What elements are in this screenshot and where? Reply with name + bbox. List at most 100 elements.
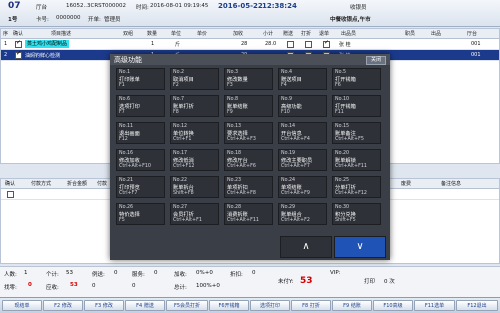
return-checkbox[interactable] xyxy=(323,39,330,48)
tile-label: 账单结账 xyxy=(227,104,248,110)
tile-number: No.10 xyxy=(335,97,350,102)
function-tile[interactable]: No.9 高级功能 F10 xyxy=(278,95,327,117)
function-tile[interactable]: No.27 会员打折 Ctrl+Alt+F1 xyxy=(170,203,219,225)
fkey-8[interactable]: F8 打折 xyxy=(291,300,331,311)
fkey-1[interactable]: 现结单 xyxy=(2,300,42,311)
tile-label: 开台信息 xyxy=(281,131,302,137)
tile-number: No.20 xyxy=(335,151,350,156)
tile-number: No.27 xyxy=(173,205,188,210)
tile-label: 积分兑换 xyxy=(335,212,356,218)
fkey-4[interactable]: F4 赠送 xyxy=(125,300,165,311)
tile-shortcut: Ctrl+Alt+F1 xyxy=(173,218,202,223)
tile-shortcut: Shift+F8 xyxy=(173,191,194,196)
fkey-5[interactable]: F5会员打折 xyxy=(166,300,208,311)
table-number: 07 xyxy=(8,1,21,11)
discount-checkbox[interactable] xyxy=(305,41,312,48)
function-tile[interactable]: No.1 打印账单 F1 xyxy=(116,68,165,90)
tile-number: No.29 xyxy=(281,205,296,210)
shift-info: 中餐收银点,午市 xyxy=(330,17,371,23)
tile-shortcut: F3 xyxy=(227,83,233,88)
function-tile[interactable]: No.16 修改加收 Ctrl+Alt+F10 xyxy=(116,149,165,171)
function-tile[interactable]: No.10 打开钱箱 F11 xyxy=(332,95,381,117)
tile-shortcut: Ctrl+Alt+F4 xyxy=(281,137,310,142)
tile-number: No.25 xyxy=(335,178,350,183)
page-up-button[interactable]: ∧ xyxy=(280,236,332,258)
function-tile[interactable]: No.19 修改主要职员 Ctrl+Alt+F7 xyxy=(278,149,327,171)
fkey-11[interactable]: F11选单 xyxy=(414,300,455,311)
fkey-7[interactable]: 选项打印 xyxy=(250,300,290,311)
tile-shortcut: F8 xyxy=(173,110,179,115)
function-tile[interactable]: No.30 积分兑换 Shift+F5 xyxy=(332,203,381,225)
tile-shortcut: Shift+F5 xyxy=(335,218,356,223)
tile-number: No.5 xyxy=(335,70,347,75)
function-tile[interactable]: No.22 账单拆台 Shift+F8 xyxy=(170,176,219,198)
tile-label: 分单打折 xyxy=(335,185,356,191)
function-tile[interactable]: No.8 账单结账 F9 xyxy=(224,95,273,117)
function-tile[interactable]: No.4 赠送项目 F4 xyxy=(278,68,327,90)
fkey-3[interactable]: F3 修改 xyxy=(84,300,124,311)
function-tile[interactable]: No.17 修改低消 Ctrl+F12 xyxy=(170,149,219,171)
function-tile[interactable]: No.2 取消项目 F2 xyxy=(170,68,219,90)
grid-header: 序 确认 项目描述 双组 数量 单位 单价 加收 小计 赠送 打折 退单 出品员… xyxy=(1,29,499,39)
tile-number: No.26 xyxy=(119,205,134,210)
function-tile[interactable]: No.5 打开钱箱 F6 xyxy=(332,68,381,90)
tile-label: 打开钱箱 xyxy=(335,77,356,83)
tile-number: No.14 xyxy=(281,124,296,129)
fkey-12[interactable]: F12退出 xyxy=(456,300,498,311)
tile-number: No.17 xyxy=(173,151,188,156)
function-tile[interactable]: No.7 账单打折 F8 xyxy=(170,95,219,117)
tile-number: No.7 xyxy=(173,97,185,102)
tile-label: 取消项目 xyxy=(173,77,194,83)
tile-label: 赠送项目 xyxy=(281,77,302,83)
confirm-checkbox[interactable] xyxy=(15,39,22,48)
fkey-9[interactable]: F9 结账 xyxy=(332,300,372,311)
function-tile[interactable]: No.15 账单备注 Ctrl+Alt+F5 xyxy=(332,122,381,144)
page-down-button[interactable]: ∨ xyxy=(334,236,386,258)
function-tile[interactable]: No.14 开台信息 Ctrl+Alt+F4 xyxy=(278,122,327,144)
tile-shortcut: Ctrl+Alt+F2 xyxy=(281,218,310,223)
item-count: 53 xyxy=(66,270,73,276)
date-value: 2016-05-22 xyxy=(218,2,263,10)
tile-number: No.3 xyxy=(227,70,239,75)
function-tile[interactable]: No.28 消费拆账 Ctrl+Alt+F11 xyxy=(224,203,273,225)
operator-label: 收银员 xyxy=(350,5,367,11)
tile-label: 账单解锁 xyxy=(335,158,356,164)
tile-shortcut: Ctrl+Alt+F9 xyxy=(281,191,310,196)
function-tile[interactable]: No.29 账单组合 Ctrl+Alt+F2 xyxy=(278,203,327,225)
fkey-10[interactable]: F10高级 xyxy=(373,300,413,311)
confirm-checkbox[interactable] xyxy=(15,50,22,59)
tile-label: 账单组合 xyxy=(281,212,302,218)
function-tile[interactable]: No.24 单项结账 Ctrl+Alt+F9 xyxy=(278,176,327,198)
tile-label: 单项结账 xyxy=(281,185,302,191)
function-tile[interactable]: No.18 修改厅台 Ctrl+Alt+F6 xyxy=(224,149,273,171)
tile-label: 单项折扣 xyxy=(227,185,248,191)
tile-number: No.2 xyxy=(173,70,185,75)
function-tile[interactable]: No.6 选项打印 F7 xyxy=(116,95,165,117)
tile-shortcut: F11 xyxy=(335,110,344,115)
tile-shortcut: Ctrl+F1 xyxy=(173,137,192,142)
tile-number: No.13 xyxy=(227,124,242,129)
function-tile[interactable]: No.23 单项折扣 Ctrl+Alt+F8 xyxy=(224,176,273,198)
function-tile[interactable]: No.13 要求选择 Ctrl+Alt+F3 xyxy=(224,122,273,144)
table-row[interactable]: 1 蒸土鸡小鸡配制品 1 斤 28 28.0 张 桂 001 xyxy=(1,39,499,50)
function-tile[interactable]: No.25 分单打折 Ctrl+Alt+F12 xyxy=(332,176,381,198)
fkey-6[interactable]: F6开钱箱 xyxy=(209,300,249,311)
payment-confirm-checkbox[interactable] xyxy=(7,191,14,198)
function-tile[interactable]: No.12 单位转换 Ctrl+F1 xyxy=(170,122,219,144)
gift-checkbox[interactable] xyxy=(287,41,294,48)
tile-shortcut: F7 xyxy=(119,110,125,115)
tile-shortcut: F5 xyxy=(119,218,125,223)
function-tile[interactable]: No.3 修改数量 F3 xyxy=(224,68,273,90)
close-button[interactable]: 关闭 xyxy=(366,56,386,65)
function-tile[interactable]: No.21 打印预览 Ctrl+F7 xyxy=(116,176,165,198)
tile-shortcut: Ctrl+Alt+F7 xyxy=(281,164,310,169)
tile-shortcut: Ctrl+Alt+F3 xyxy=(227,137,256,142)
tile-label: 修改低消 xyxy=(173,158,194,164)
fkey-2[interactable]: F2 修改 xyxy=(43,300,83,311)
function-tile[interactable]: No.11 退出画面 F12 xyxy=(116,122,165,144)
tile-shortcut: F6 xyxy=(335,83,341,88)
tile-shortcut: Ctrl+F12 xyxy=(173,164,195,169)
function-tile[interactable]: No.20 账单解锁 Ctrl+Alt+F11 xyxy=(332,149,381,171)
tile-shortcut: F12 xyxy=(119,137,128,142)
function-tile[interactable]: No.26 特价选择 F5 xyxy=(116,203,165,225)
